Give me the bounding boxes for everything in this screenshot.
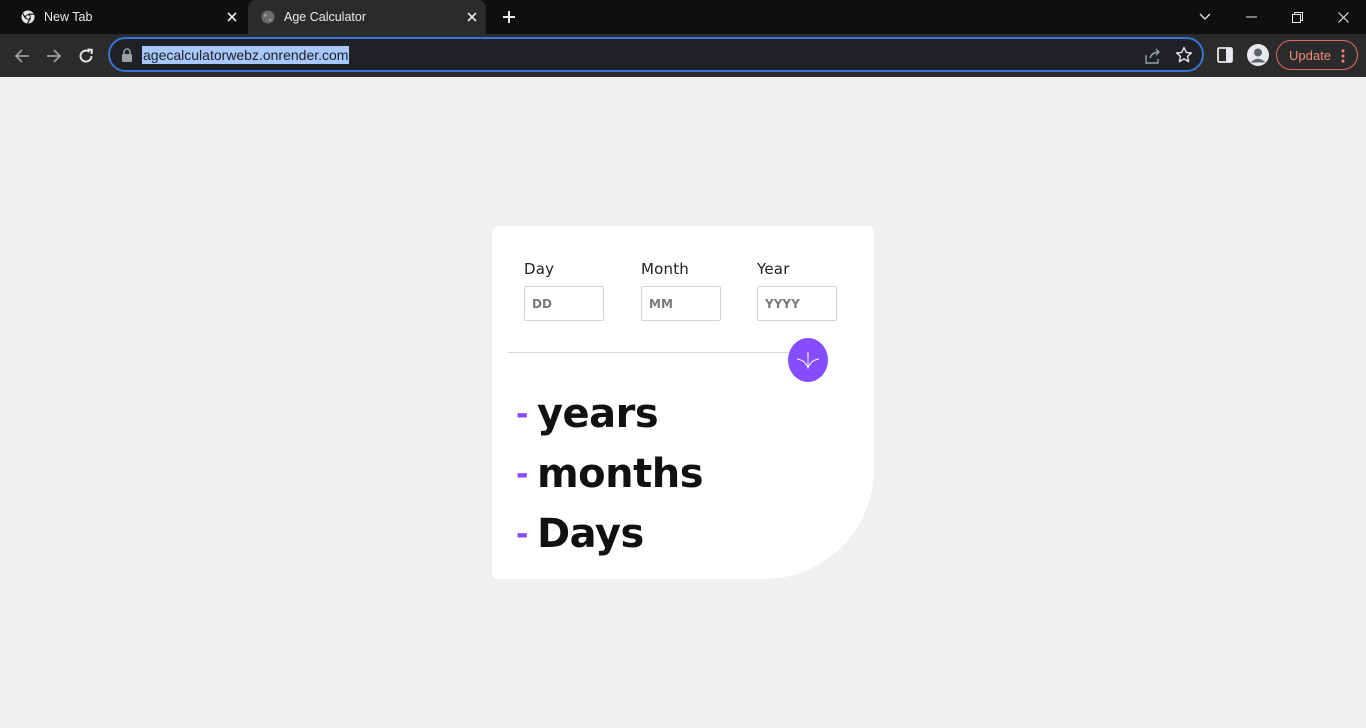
result-months: - months [516, 447, 704, 501]
restore-button[interactable] [1274, 0, 1320, 34]
share-icon[interactable] [1144, 47, 1162, 65]
update-button[interactable]: Update [1276, 40, 1358, 70]
back-button[interactable] [8, 42, 36, 70]
result-years: - years [516, 387, 659, 441]
arrow-left-icon [14, 49, 29, 63]
month-input[interactable] [641, 286, 721, 321]
tab-new-tab[interactable]: New Tab [8, 0, 246, 34]
minimize-button[interactable] [1228, 0, 1274, 34]
address-text[interactable]: agecalculatorwebz.onrender.com [142, 46, 350, 64]
lock-icon [122, 48, 132, 62]
month-field: Month [641, 260, 721, 321]
menu-dots-icon [1341, 49, 1345, 63]
chrome-icon [21, 10, 35, 24]
result-days: - Days [516, 507, 644, 561]
plus-icon [503, 11, 515, 23]
reload-button[interactable] [72, 42, 100, 70]
close-tab-icon[interactable] [464, 9, 480, 25]
tab-strip: New Tab Age Calculator [0, 0, 1366, 34]
divider [508, 352, 798, 353]
reload-icon [79, 48, 93, 63]
arrow-right-icon [47, 49, 62, 63]
months-value: - [516, 456, 528, 492]
year-field: Year [757, 260, 837, 321]
bookmark-star-icon[interactable] [1175, 46, 1193, 64]
months-unit: months [536, 451, 704, 497]
calculate-button[interactable] [788, 338, 828, 382]
day-field: Day [524, 260, 604, 321]
years-unit: years [536, 391, 659, 437]
years-value: - [516, 396, 528, 432]
window-controls [1182, 0, 1366, 34]
close-window-button[interactable] [1320, 0, 1366, 34]
side-panel-icon[interactable] [1216, 46, 1234, 64]
close-tab-icon[interactable] [224, 9, 240, 25]
tab-title: New Tab [44, 10, 93, 24]
profile-avatar-icon[interactable] [1246, 43, 1270, 67]
browser-toolbar: agecalculatorwebz.onrender.com Update [0, 34, 1366, 77]
minimize-icon [1245, 16, 1257, 18]
update-label: Update [1289, 47, 1331, 63]
month-label: Month [641, 260, 690, 278]
days-value: - [516, 516, 528, 552]
arrow-down-icon [796, 352, 820, 370]
days-unit: Days [536, 511, 644, 557]
chevron-down-icon [1199, 13, 1211, 20]
tab-title: Age Calculator [284, 10, 366, 24]
forward-button[interactable] [40, 42, 68, 70]
day-input[interactable] [524, 286, 604, 321]
year-input[interactable] [757, 286, 837, 321]
year-label: Year [757, 260, 790, 278]
address-bar[interactable]: agecalculatorwebz.onrender.com [108, 37, 1204, 72]
age-calculator-card: Day Month Year - years - months - Days [492, 226, 874, 579]
close-icon [1337, 11, 1349, 23]
restore-icon [1291, 11, 1303, 23]
tab-age-calculator[interactable]: Age Calculator [248, 0, 486, 34]
new-tab-button[interactable] [495, 4, 523, 30]
globe-icon [261, 10, 275, 24]
day-label: Day [524, 260, 555, 278]
tab-search-button[interactable] [1182, 0, 1228, 34]
